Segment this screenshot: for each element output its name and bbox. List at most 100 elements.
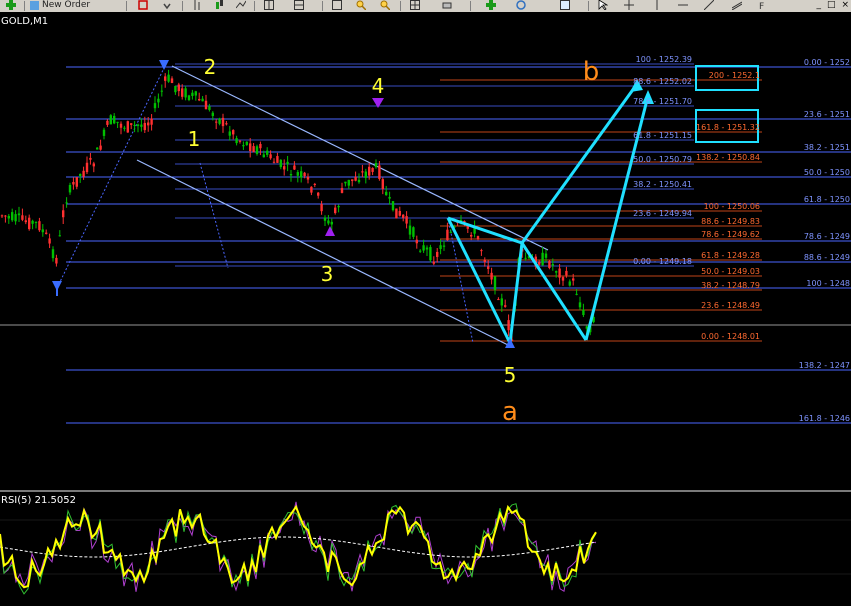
candle-body <box>41 229 44 233</box>
candle-body <box>378 165 381 180</box>
candle-body <box>262 154 265 158</box>
candle-body <box>340 188 344 193</box>
candle-body <box>215 121 218 123</box>
candle-body <box>276 156 279 163</box>
fib-extension-label: 23.6 - 1248.49 <box>701 301 760 310</box>
candle-body <box>374 163 378 168</box>
wave-dotted-line <box>199 162 229 269</box>
channel-icon[interactable] <box>730 0 744 10</box>
abc-label-b: b <box>583 57 600 87</box>
candle-body <box>415 239 418 244</box>
rsi-panel[interactable]: RSI(5) 21.5052 <box>0 492 851 602</box>
candle-body <box>21 215 24 220</box>
candle-body <box>119 123 123 128</box>
restore-button[interactable]: □ <box>827 0 836 12</box>
candle-body <box>497 299 500 301</box>
print-icon[interactable] <box>440 0 454 10</box>
candle-body <box>228 131 231 136</box>
chart-bars-icon[interactable] <box>190 0 204 10</box>
new-chart-icon[interactable] <box>4 0 18 10</box>
candle-body <box>150 118 153 125</box>
candle-body <box>252 146 255 152</box>
fib-extension-label: 78.6 - 1249.62 <box>701 230 760 239</box>
candle-body <box>102 129 106 136</box>
window-controls: _ □ × <box>816 0 849 12</box>
candle-body <box>425 247 429 250</box>
candle-body <box>85 162 89 173</box>
experts-icon[interactable] <box>514 0 528 10</box>
fib-retrace-label: 100 - 1252.39 <box>636 55 692 64</box>
indicators-icon[interactable] <box>484 0 498 10</box>
cursor-icon[interactable] <box>596 0 610 10</box>
wave-label-1: 1 <box>188 127 201 151</box>
candle-body <box>143 122 146 131</box>
candle-body <box>419 250 422 252</box>
zoom-out-icon[interactable] <box>378 0 392 10</box>
candle-body <box>184 88 187 98</box>
crosshair-icon[interactable] <box>622 0 636 10</box>
candle-body <box>544 253 548 258</box>
minimize-button[interactable]: _ <box>816 0 821 12</box>
favorites-icon[interactable] <box>136 0 150 10</box>
fib-level-label: 50.0 - 1250 <box>804 168 850 177</box>
candle-body <box>493 276 497 291</box>
tile-windows-icon[interactable] <box>408 0 422 10</box>
new-order-button[interactable]: New Order <box>30 0 120 10</box>
fractal-down-arrow <box>505 338 515 348</box>
candle-body <box>116 121 119 123</box>
fib-extension-label: 100 - 1250.06 <box>704 202 760 211</box>
close-button[interactable]: × <box>841 0 849 12</box>
candle-body <box>578 302 582 308</box>
history-icon[interactable] <box>558 0 572 10</box>
fib-retrace-label: 0.00 - 1249.18 <box>633 257 692 266</box>
fib-extension-label: 161.8 - 1251.32 <box>696 123 760 132</box>
candle-body <box>177 84 180 92</box>
candle-body <box>405 216 408 224</box>
candle-body <box>317 192 320 196</box>
fib-retrace-label: 38.2 - 1250.41 <box>633 180 692 189</box>
candle-body <box>398 210 401 216</box>
candle-body <box>368 166 371 176</box>
candle-body <box>286 161 289 165</box>
candle-body <box>412 227 415 237</box>
candle-body <box>255 146 259 154</box>
zoom-in-icon[interactable] <box>354 0 368 10</box>
candle-body <box>238 140 242 142</box>
candle-body <box>551 264 554 266</box>
line-chart-icon[interactable] <box>234 0 248 10</box>
period-icon[interactable] <box>330 0 344 10</box>
candle-body <box>106 120 109 125</box>
candle-body <box>381 179 384 190</box>
candle-body <box>279 159 282 168</box>
price-chart[interactable]: 0.00 - 1252 23.6 - 1251 38.2 - 1251 50.0 - … <box>0 12 851 490</box>
candle-body <box>51 249 55 259</box>
candle-body <box>269 154 272 159</box>
candle-body <box>170 78 174 84</box>
candle-body <box>249 143 252 152</box>
candle-body <box>96 147 99 150</box>
grid-icon[interactable] <box>262 0 276 10</box>
fib-extension-label: 200 - 1252.1 <box>709 71 760 80</box>
trendline-icon[interactable] <box>702 0 716 10</box>
channel-lower-line <box>136 159 511 347</box>
fib-level-label: 100 - 1248 <box>806 279 850 288</box>
candle-body <box>99 145 102 150</box>
candle-body <box>361 171 364 173</box>
horizontal-line-icon[interactable] <box>676 0 690 10</box>
fibo-icon[interactable]: F <box>756 0 770 10</box>
template-icon[interactable] <box>292 0 306 10</box>
candle-body <box>568 281 571 286</box>
candle-body <box>208 106 211 110</box>
candle-body <box>364 171 367 178</box>
autotrading-icon[interactable] <box>160 0 174 10</box>
candle-body <box>408 225 412 235</box>
candle-body <box>38 221 41 231</box>
candles-icon[interactable] <box>212 0 226 10</box>
vertical-line-icon[interactable] <box>650 0 664 10</box>
candle-body <box>432 261 435 264</box>
candle-body <box>575 293 578 295</box>
candle-body <box>123 127 126 129</box>
candle-body <box>422 245 425 251</box>
candle-body <box>357 179 361 183</box>
candle-body <box>194 91 197 96</box>
